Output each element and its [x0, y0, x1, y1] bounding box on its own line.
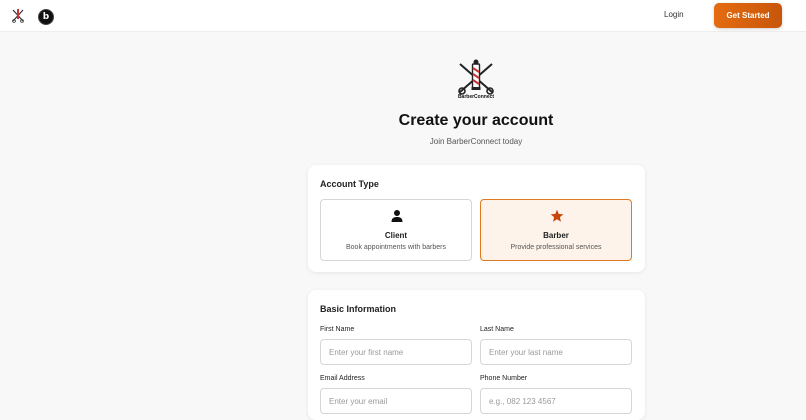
- phone-input[interactable]: [480, 388, 632, 414]
- last-name-input[interactable]: [480, 339, 632, 365]
- account-type-client-option[interactable]: Client Book appointments with barbers: [320, 199, 472, 261]
- client-option-description: Book appointments with barbers: [346, 244, 446, 251]
- phone-label: Phone Number: [480, 375, 528, 382]
- account-type-card: Account Type Client Book appointments wi…: [308, 165, 645, 272]
- account-type-barber-option[interactable]: Barber Provide professional services: [480, 199, 632, 261]
- basic-information-card: Basic Information First Name Last Name E…: [308, 290, 645, 420]
- barber-option-label: Barber: [543, 231, 569, 240]
- email-input[interactable]: [320, 388, 472, 414]
- first-name-input[interactable]: [320, 339, 472, 365]
- star-icon: [550, 209, 564, 222]
- account-type-heading: Account Type: [320, 179, 379, 189]
- page-subtitle: Join BarberConnect today: [429, 137, 523, 146]
- top-navbar: b Login Get Started: [0, 0, 806, 32]
- logo-wordmark: BarberConnect: [457, 94, 495, 100]
- page-title: Create your account: [398, 112, 554, 129]
- barber-option-description: Provide professional services: [510, 244, 602, 251]
- barberconnect-logo-icon: [458, 59, 494, 95]
- first-name-label: First Name: [320, 326, 355, 333]
- app-badge-icon[interactable]: b: [38, 9, 54, 25]
- login-link[interactable]: Login: [664, 10, 684, 19]
- barber-logo-icon[interactable]: [11, 8, 25, 24]
- app-badge-letter: b: [42, 12, 50, 22]
- client-option-label: Client: [384, 231, 408, 240]
- email-label: Email Address: [320, 375, 365, 382]
- user-icon: [391, 210, 403, 222]
- basic-information-heading: Basic Information: [320, 304, 397, 314]
- get-started-button[interactable]: Get Started: [714, 3, 782, 28]
- last-name-label: Last Name: [480, 326, 514, 333]
